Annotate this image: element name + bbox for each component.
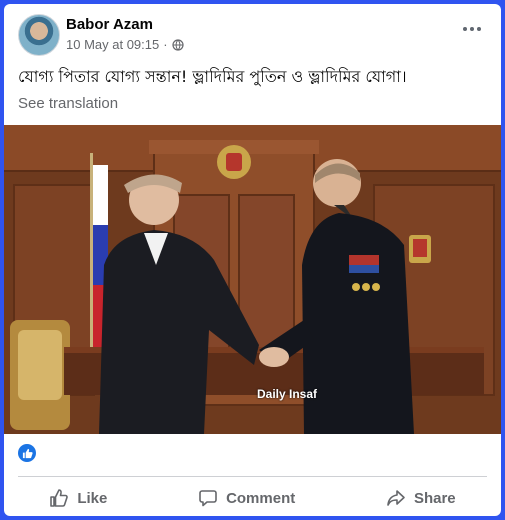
globe-icon [171, 38, 184, 51]
post-header: Babor Azam 10 May at 09:15 · [4, 4, 501, 60]
author-avatar[interactable] [18, 14, 60, 56]
more-options-icon[interactable] [461, 22, 483, 36]
comment-icon [199, 490, 217, 507]
post-text: যোগ্য পিতার যোগ্য সন্তান! ভ্লাদিমির পুতি… [18, 67, 407, 86]
share-label: Share [413, 489, 456, 507]
actions-divider [18, 476, 487, 477]
post-meta: 10 May at 09:15 · [66, 37, 184, 52]
comment-button[interactable]: Comment [186, 482, 307, 514]
post-photo[interactable]: Daily Insaf [4, 125, 501, 434]
photo-illustration [4, 125, 501, 434]
see-translation-link[interactable]: See translation [18, 95, 118, 112]
comment-label: Comment [226, 489, 296, 507]
facebook-post-card: Babor Azam 10 May at 09:15 · যোগ্য পিতার… [4, 4, 501, 516]
like-button[interactable]: Like [37, 482, 119, 514]
thumbs-up-icon [50, 489, 69, 507]
author-name[interactable]: Babor Azam [66, 16, 153, 33]
share-button[interactable]: Share [374, 482, 468, 514]
like-label: Like [77, 489, 108, 507]
share-icon [387, 490, 405, 506]
like-reaction-icon [18, 444, 36, 462]
post-actions-bar: Like Comment Share [4, 480, 501, 516]
photo-watermark: Daily Insaf [257, 387, 318, 401]
post-timestamp[interactable]: 10 May at 09:15 [66, 37, 159, 52]
meta-separator: · [163, 37, 168, 52]
reaction-summary[interactable] [18, 444, 36, 462]
